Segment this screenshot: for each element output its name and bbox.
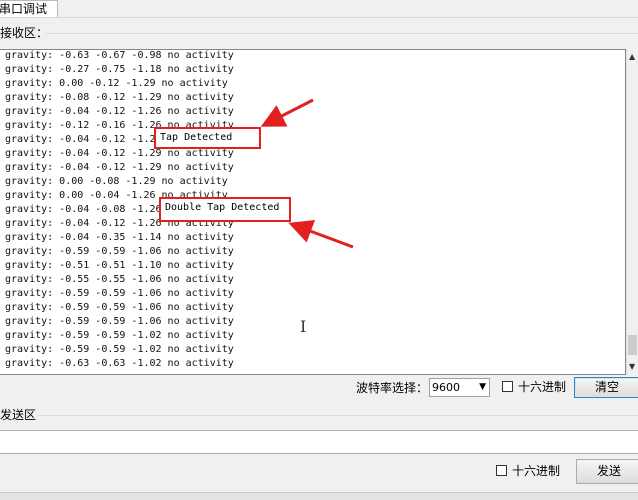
log-line: gravity: 0.00 -0.12 -1.29 no activity bbox=[5, 78, 228, 89]
send-button[interactable]: 发送 bbox=[576, 459, 638, 484]
send-hex-checkbox[interactable] bbox=[496, 465, 507, 476]
baud-rate-select[interactable]: 9600 ▼ bbox=[429, 378, 490, 397]
log-line: gravity: -0.59 -0.59 -1.06 no activity bbox=[5, 302, 234, 313]
log-line: gravity: -0.59 -0.59 -1.02 no activity bbox=[5, 330, 234, 341]
tab-bar: 串口调试 bbox=[0, 0, 638, 18]
log-line: gravity: -0.04 -0.12 -1.29 no activity bbox=[5, 148, 234, 159]
baud-rate-label: 波特率选择： bbox=[356, 381, 429, 395]
status-bar bbox=[0, 492, 638, 500]
receive-scrollbar[interactable]: ▲ ▼ bbox=[626, 49, 638, 375]
tap-detected-callout: Tap Detected bbox=[154, 127, 261, 149]
receive-section-label: 接收区： bbox=[0, 26, 49, 40]
send-input[interactable] bbox=[0, 430, 638, 454]
log-line: gravity: -0.04 -0.35 -1.14 no activity bbox=[5, 232, 234, 243]
send-section-label: 发送区 bbox=[0, 408, 37, 422]
log-line: gravity: -0.04 -0.12 -1.29 no activity bbox=[5, 162, 234, 173]
double-tap-detected-callout: Double Tap Detected bbox=[159, 197, 291, 222]
tab-serial-debug[interactable]: 串口调试 bbox=[0, 0, 58, 17]
receive-log[interactable]: gravity: -0.63 -0.67 -0.98 no activity gr… bbox=[0, 49, 626, 375]
log-line: gravity: -0.59 -0.59 -1.02 no activity bbox=[5, 344, 234, 355]
log-line: gravity: -0.51 -0.51 -1.10 no activity bbox=[5, 260, 234, 271]
log-line: gravity: 0.00 -0.08 -1.29 no activity bbox=[5, 176, 228, 187]
log-line: gravity: -0.59 -0.59 -1.06 no activity bbox=[5, 288, 234, 299]
receive-hex-checkbox[interactable] bbox=[502, 381, 513, 392]
log-line: gravity: -0.08 -0.12 -1.29 no activity bbox=[5, 92, 234, 103]
scroll-down-icon[interactable]: ▼ bbox=[629, 363, 635, 371]
log-line: gravity: -0.04 -0.12 -1.26 no activity bbox=[5, 106, 234, 117]
log-line: gravity: -0.63 -0.63 -1.02 no activity bbox=[5, 358, 234, 369]
baud-rate-value: 9600 bbox=[432, 381, 460, 394]
send-hex-label: 十六进制 bbox=[512, 464, 561, 478]
scroll-thumb[interactable] bbox=[628, 335, 637, 355]
log-line: gravity: -0.59 -0.59 -1.06 no activity bbox=[5, 316, 234, 327]
receive-hex-label: 十六进制 bbox=[518, 380, 567, 394]
chevron-down-icon[interactable]: ▼ bbox=[479, 379, 486, 396]
log-line: gravity: -0.59 -0.59 -1.06 no activity bbox=[5, 246, 234, 257]
log-line: gravity: -0.63 -0.67 -0.98 no activity bbox=[5, 50, 234, 61]
text-cursor-icon: I bbox=[300, 317, 307, 336]
log-line: gravity: -0.55 -0.55 -1.06 no activity bbox=[5, 274, 234, 285]
log-line: gravity: -0.27 -0.75 -1.18 no activity bbox=[5, 64, 234, 75]
receive-divider bbox=[46, 33, 638, 34]
send-divider bbox=[38, 415, 638, 416]
clear-button[interactable]: 清空 bbox=[574, 377, 638, 398]
scroll-up-icon[interactable]: ▲ bbox=[629, 53, 635, 61]
